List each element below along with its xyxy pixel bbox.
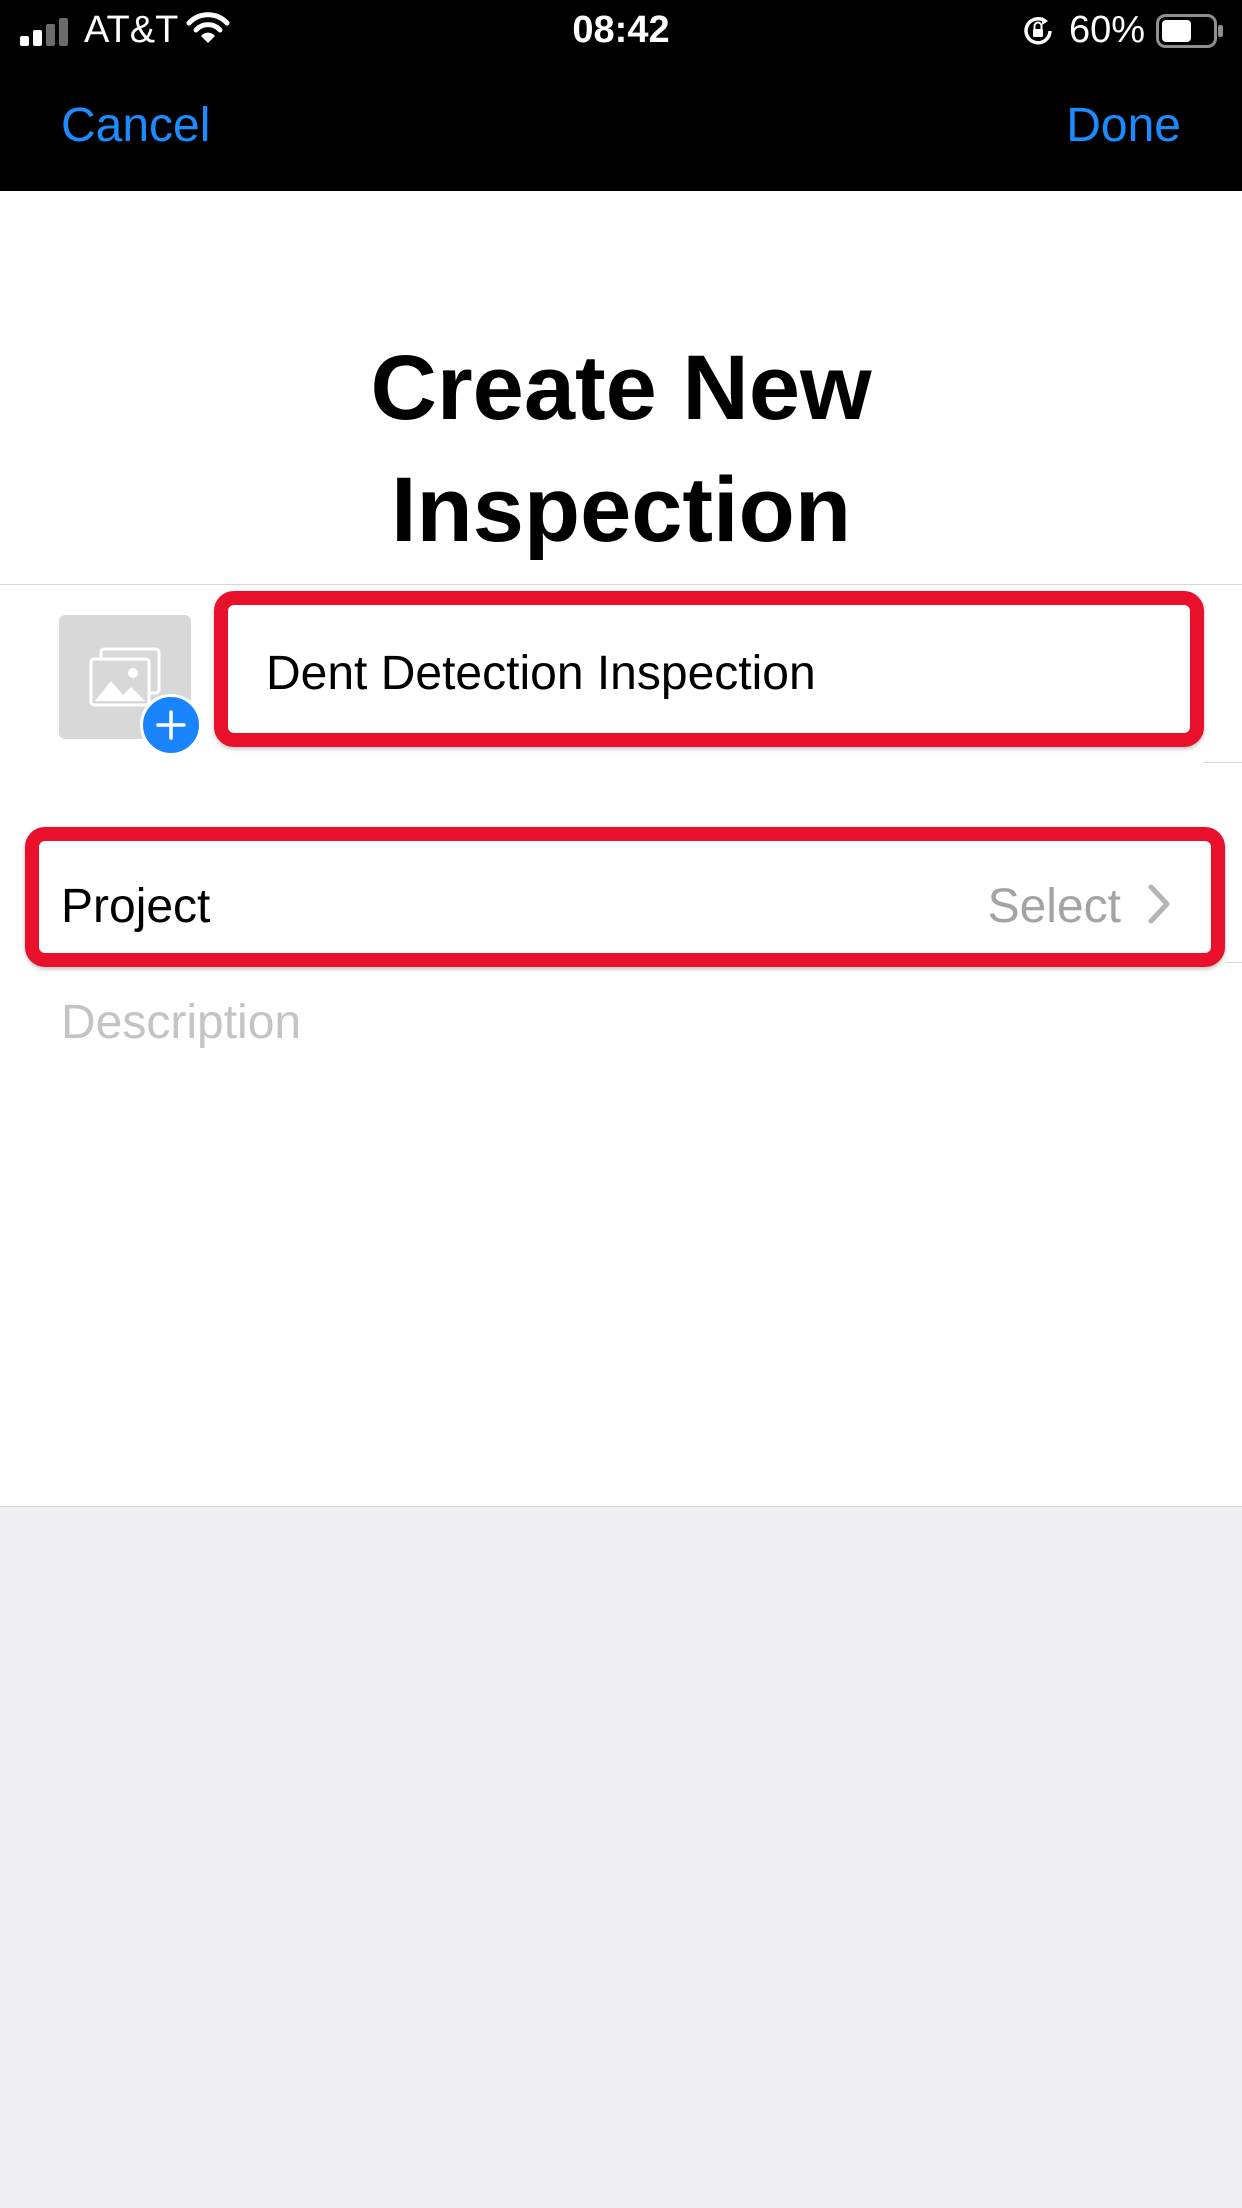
status-bar: AT&T 08:42 60% [0, 0, 1242, 62]
page-title-line-2: Inspection [390, 459, 852, 561]
title-separator [0, 584, 1242, 585]
project-value: Select [987, 880, 1121, 933]
add-photo-button[interactable] [140, 694, 202, 756]
navigation-bar: Cancel Done [0, 62, 1242, 191]
project-selector-row[interactable]: Project Select [25, 827, 1225, 967]
battery-percentage: 60% [1069, 9, 1146, 51]
chevron-right-icon [1148, 884, 1170, 924]
project-label: Project [61, 880, 211, 933]
image-icon [89, 647, 161, 707]
orientation-lock-icon [1024, 17, 1052, 45]
page-title-line-1: Create New [370, 337, 872, 439]
page-title: Create New Inspection [0, 327, 1242, 571]
clock-time: 08:42 [572, 9, 670, 51]
sheet-bottom-separator [0, 1506, 1242, 1507]
project-row-separator [1225, 962, 1242, 963]
inspection-name-field-highlight [214, 591, 1204, 747]
done-button[interactable]: Done [1066, 98, 1181, 153]
name-row-separator [1204, 762, 1242, 763]
description-input[interactable] [61, 995, 1181, 1195]
create-inspection-sheet: Create New Inspection Project Select [0, 191, 1242, 1507]
cancel-button[interactable]: Cancel [61, 98, 210, 153]
battery-icon [1156, 14, 1223, 48]
inspection-name-input[interactable] [266, 633, 1166, 713]
plus-icon [156, 710, 186, 740]
